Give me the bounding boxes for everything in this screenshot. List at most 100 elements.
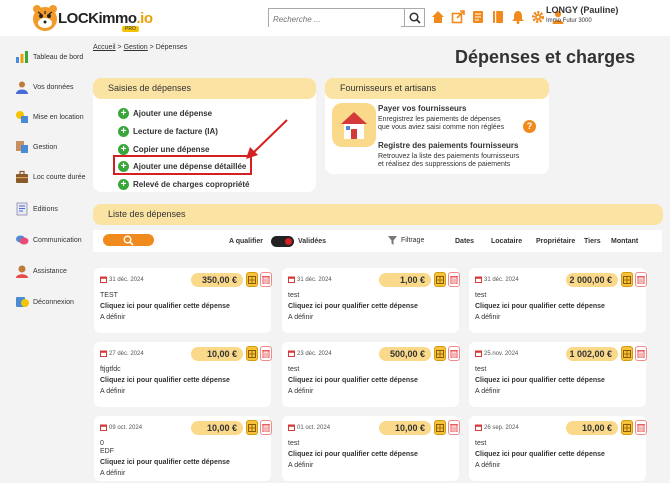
expense-card[interactable]: 09 oct. 2024 10,00 € 0 EDF Cliquez ici p… [94, 416, 272, 481]
edit-button[interactable] [246, 346, 258, 361]
grid-icon [436, 275, 444, 284]
sidebar-item-loc-courte-duree[interactable]: Loc courte durée [15, 170, 86, 184]
delete-button[interactable] [448, 346, 460, 361]
sidebar-item-vos-donnees[interactable]: Vos données [15, 80, 73, 94]
calendar-icon [288, 424, 295, 431]
sidebar-item-assistance[interactable]: Assistance [15, 264, 67, 278]
expense-amount: 1 002,00 € [566, 347, 618, 361]
delete-button[interactable] [635, 346, 647, 361]
external-link-icon[interactable] [451, 9, 465, 25]
delete-button[interactable] [260, 420, 272, 435]
filtrage-label[interactable]: Filtrage [401, 237, 424, 244]
sort-montant[interactable]: Montant [611, 238, 638, 245]
qualify-link[interactable]: Cliquez ici pour qualifier cette dépense [288, 451, 418, 458]
delete-button[interactable] [448, 272, 460, 287]
edit-button[interactable] [434, 346, 446, 361]
edit-button[interactable] [434, 272, 446, 287]
expense-card[interactable]: 31 déc. 2024 1,00 € test Cliquez ici pou… [282, 268, 460, 333]
expense-date-text: 23 déc. 2024 [297, 350, 332, 357]
delete-button[interactable] [635, 420, 647, 435]
expense-status: A définir [288, 462, 314, 469]
qualify-link[interactable]: Cliquez ici pour qualifier cette dépense [475, 377, 605, 384]
bell-icon[interactable] [511, 9, 525, 25]
expense-label: test [288, 440, 300, 447]
sidebar-item-mise-en-location[interactable]: Mise en location [15, 110, 84, 124]
invoice-ai-link[interactable]: + Lecture de facture (IA) [118, 126, 218, 137]
sidebar-item-editions[interactable]: Editions [15, 202, 58, 216]
edit-button[interactable] [246, 272, 258, 287]
book-icon[interactable] [491, 9, 505, 25]
qualify-link[interactable]: Cliquez ici pour qualifier cette dépense [100, 303, 230, 310]
delete-button[interactable] [635, 272, 647, 287]
qualify-link[interactable]: Cliquez ici pour qualifier cette dépense [475, 303, 605, 310]
pay-suppliers-title[interactable]: Payer vos fournisseurs [378, 104, 466, 113]
home-icon[interactable] [431, 9, 445, 25]
filter-icon[interactable] [388, 236, 397, 245]
qualify-link[interactable]: Cliquez ici pour qualifier cette dépense [288, 303, 418, 310]
copy-expense-link[interactable]: + Copier une dépense [118, 144, 209, 155]
search-input[interactable] [269, 11, 401, 28]
qualify-link[interactable]: Cliquez ici pour qualifier cette dépense [100, 459, 230, 466]
expense-card[interactable]: 25.nov. 2024 1 002,00 € test Cliquez ici… [469, 342, 647, 407]
trash-icon [262, 350, 270, 358]
expense-card[interactable]: 26 sep. 2024 10,00 € test Cliquez ici po… [469, 416, 647, 481]
delete-button[interactable] [448, 420, 460, 435]
sidebar-item-gestion[interactable]: Gestion [15, 140, 57, 154]
list-search-button[interactable] [103, 234, 154, 246]
gear-icon[interactable] [531, 9, 545, 25]
trash-icon [450, 424, 458, 432]
expense-card[interactable]: 01 oct. 2024 10,00 € test Cliquez ici po… [282, 416, 460, 481]
sidebar-item-label: Gestion [33, 143, 58, 151]
status-toggle[interactable] [271, 236, 294, 247]
expense-card[interactable]: 23 déc. 2024 500,00 € test Cliquez ici p… [282, 342, 460, 407]
expense-card[interactable]: 31 déc. 2024 350,00 € TEST Cliquez ici p… [94, 268, 272, 333]
expense-amount: 350,00 € [191, 273, 243, 287]
expense-date-text: 27 déc. 2024 [109, 350, 144, 357]
search-button[interactable] [404, 9, 424, 26]
edit-button[interactable] [621, 346, 633, 361]
delete-button[interactable] [260, 272, 272, 287]
sort-tiers[interactable]: Tiers [584, 238, 601, 245]
expense-date: 09 oct. 2024 [100, 424, 142, 431]
expense-card[interactable]: 27 déc. 2024 10,00 € ftjgtfdc Cliquez ic… [94, 342, 272, 407]
sort-dates[interactable]: Dates [455, 238, 474, 245]
edit-button[interactable] [621, 272, 633, 287]
sort-proprietaire[interactable]: Propriétaire [536, 238, 575, 245]
expense-amount: 10,00 € [566, 421, 618, 435]
a-qualifier-label: A qualifier [229, 238, 263, 245]
breadcrumb-gestion[interactable]: Gestion [124, 44, 148, 51]
delete-button[interactable] [260, 346, 272, 361]
copro-statement-link[interactable]: + Relevé de charges copropriété [118, 179, 250, 190]
filter-bar: A qualifier Validées Filtrage Dates Loca… [93, 230, 662, 252]
expense-card[interactable]: 31 déc. 2024 2 000,00 € test Cliquez ici… [469, 268, 647, 333]
grid-icon [248, 349, 256, 358]
sidebar-item-deconnexion[interactable]: Déconnexion [15, 295, 74, 309]
help-icon[interactable]: ? [523, 120, 536, 133]
qualify-link[interactable]: Cliquez ici pour qualifier cette dépense [100, 377, 230, 384]
expense-label: TEST [100, 292, 118, 299]
breadcrumb-home[interactable]: Accueil [93, 44, 116, 51]
payments-register-title[interactable]: Registre des paiements fournisseurs [378, 141, 519, 150]
plus-icon: + [118, 126, 129, 137]
user-info[interactable]: LONGY (Pauline) Immo Futur 3000 [546, 5, 618, 24]
breadcrumb-current: Dépenses [155, 44, 188, 51]
sidebar-item-label: Tableau de bord [33, 53, 84, 61]
edit-button[interactable] [434, 420, 446, 435]
sidebar-item-dashboard[interactable]: Tableau de bord [15, 50, 83, 64]
qualify-link[interactable]: Cliquez ici pour qualifier cette dépense [475, 451, 605, 458]
edit-button[interactable] [246, 420, 258, 435]
sidebar-item-communication[interactable]: Communication [15, 233, 82, 247]
brand-logo[interactable]: LOCKimmo.io PRO [30, 3, 153, 35]
qualify-link[interactable]: Cliquez ici pour qualifier cette dépense [288, 377, 418, 384]
grid-icon [623, 349, 631, 358]
sort-locataire[interactable]: Locataire [491, 238, 522, 245]
list-title: Liste des dépenses [93, 204, 663, 225]
sidebar-item-label: Editions [33, 205, 58, 213]
document-icon[interactable] [471, 9, 485, 25]
add-expense-link[interactable]: + Ajouter une dépense [118, 108, 212, 119]
tiger-logo-icon [33, 5, 57, 31]
expense-status: A définir [288, 388, 314, 395]
trash-icon [262, 276, 270, 284]
expense-date: 01 oct. 2024 [288, 424, 330, 431]
edit-button[interactable] [621, 420, 633, 435]
